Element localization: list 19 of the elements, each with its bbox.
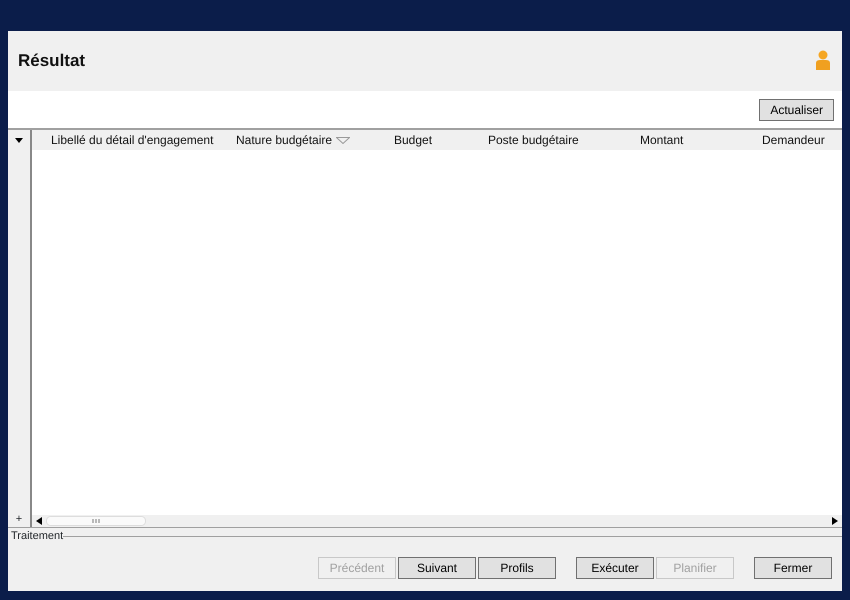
scroll-left-icon[interactable] (36, 517, 42, 525)
column-header[interactable]: Poste budgétaire (469, 131, 579, 149)
refresh-button[interactable]: Actualiser (759, 98, 834, 120)
dialog-button[interactable]: Fermer (754, 556, 832, 578)
column-header[interactable]: Libellé du détail d'engagement (32, 131, 214, 149)
person-icon (814, 50, 832, 72)
window-title: Résultat (18, 50, 86, 72)
column-header[interactable]: Demandeur (743, 131, 825, 149)
dialog-button[interactable]: Exécuter (576, 556, 654, 578)
column-header[interactable]: Budget (375, 131, 432, 149)
column-header[interactable]: Nature budgétaire (217, 131, 332, 149)
dialog-button[interactable]: Profils (478, 556, 556, 578)
expand-button[interactable]: + (16, 510, 22, 527)
dropdown-arrow-icon[interactable] (15, 138, 23, 143)
scrollbar-thumb[interactable] (46, 516, 146, 526)
section-label: Traitement (10, 529, 64, 544)
scroll-right-icon[interactable] (832, 517, 838, 525)
dialog-button[interactable]: Suivant (398, 556, 476, 578)
column-header[interactable]: Montant (621, 131, 684, 149)
